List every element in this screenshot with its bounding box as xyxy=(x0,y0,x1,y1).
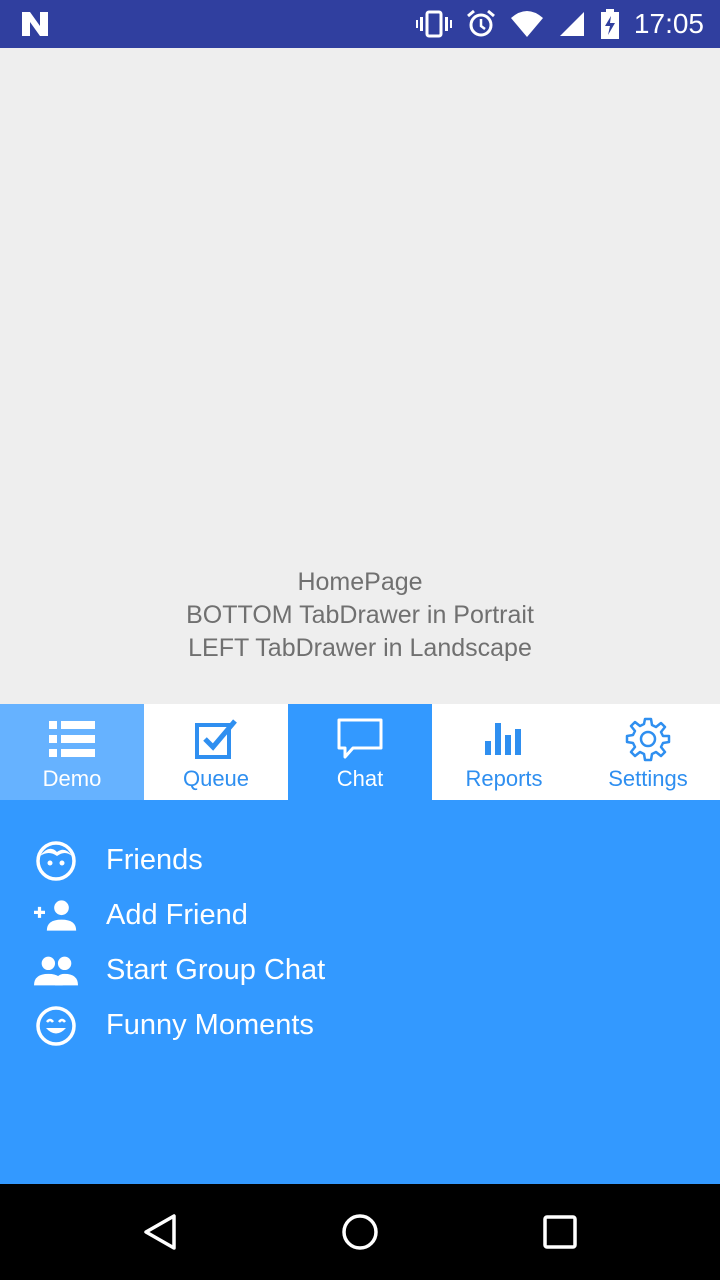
cell-signal-icon xyxy=(559,12,584,36)
chat-bubble-icon xyxy=(337,718,383,759)
tab-chat[interactable]: Chat xyxy=(288,704,432,800)
vibrate-icon xyxy=(415,10,452,38)
drawer-item-add-friend[interactable]: Add Friend xyxy=(0,888,720,943)
home-subtitle-landscape: LEFT TabDrawer in Landscape xyxy=(188,634,532,662)
checkbox-icon xyxy=(195,719,237,759)
drawer-item-label: Start Group Chat xyxy=(106,954,326,986)
navigation-bar xyxy=(0,1184,720,1280)
bar-chart-icon xyxy=(485,723,521,755)
clock: 17:05 xyxy=(633,8,704,39)
add-person-icon xyxy=(34,899,77,931)
drawer-item-start-group-chat[interactable]: Start Group Chat xyxy=(0,943,720,998)
status-icons: 17:05 xyxy=(402,0,704,48)
home-title: HomePage xyxy=(297,568,423,596)
face-icon xyxy=(36,840,76,881)
drawer-item-friends[interactable]: Friends xyxy=(0,833,720,888)
chat-drawer: Friends Add Friend Start Group Chat Funn… xyxy=(0,800,720,1184)
alarm-icon xyxy=(466,9,495,37)
tab-bar: Demo Queue Chat Reports Settings xyxy=(0,704,720,800)
tab-queue-label: Queue xyxy=(182,766,250,791)
tab-chat-label: Chat xyxy=(336,766,384,791)
home-description: HomePage BOTTOM TabDrawer in Portrait LE… xyxy=(0,566,720,665)
back-icon[interactable] xyxy=(136,1208,184,1256)
drawer-item-label: Friends xyxy=(106,844,203,876)
home-page: HomePage BOTTOM TabDrawer in Portrait LE… xyxy=(0,48,720,704)
tab-reports[interactable]: Reports xyxy=(432,704,576,800)
tab-demo-label: Demo xyxy=(42,766,102,791)
tab-demo[interactable]: Demo xyxy=(0,704,144,800)
drawer-item-label: Add Friend xyxy=(106,899,248,931)
notification-n-icon xyxy=(22,12,48,36)
recents-icon[interactable] xyxy=(536,1208,584,1256)
wifi-icon xyxy=(510,11,543,37)
battery-charging-icon xyxy=(600,9,619,39)
tab-reports-label: Reports xyxy=(465,766,543,791)
smile-icon xyxy=(36,1005,76,1046)
group-icon xyxy=(34,956,78,985)
tab-settings-label: Settings xyxy=(608,766,688,791)
tab-settings[interactable]: Settings xyxy=(576,704,720,800)
list-icon xyxy=(49,721,95,757)
drawer-item-label: Funny Moments xyxy=(106,1009,314,1041)
status-bar: 17:05 xyxy=(0,0,720,48)
home-subtitle-portrait: BOTTOM TabDrawer in Portrait xyxy=(186,601,534,629)
gear-icon xyxy=(625,717,671,762)
home-icon[interactable] xyxy=(336,1208,384,1256)
tab-queue[interactable]: Queue xyxy=(144,704,288,800)
drawer-item-funny-moments[interactable]: Funny Moments xyxy=(0,998,720,1053)
